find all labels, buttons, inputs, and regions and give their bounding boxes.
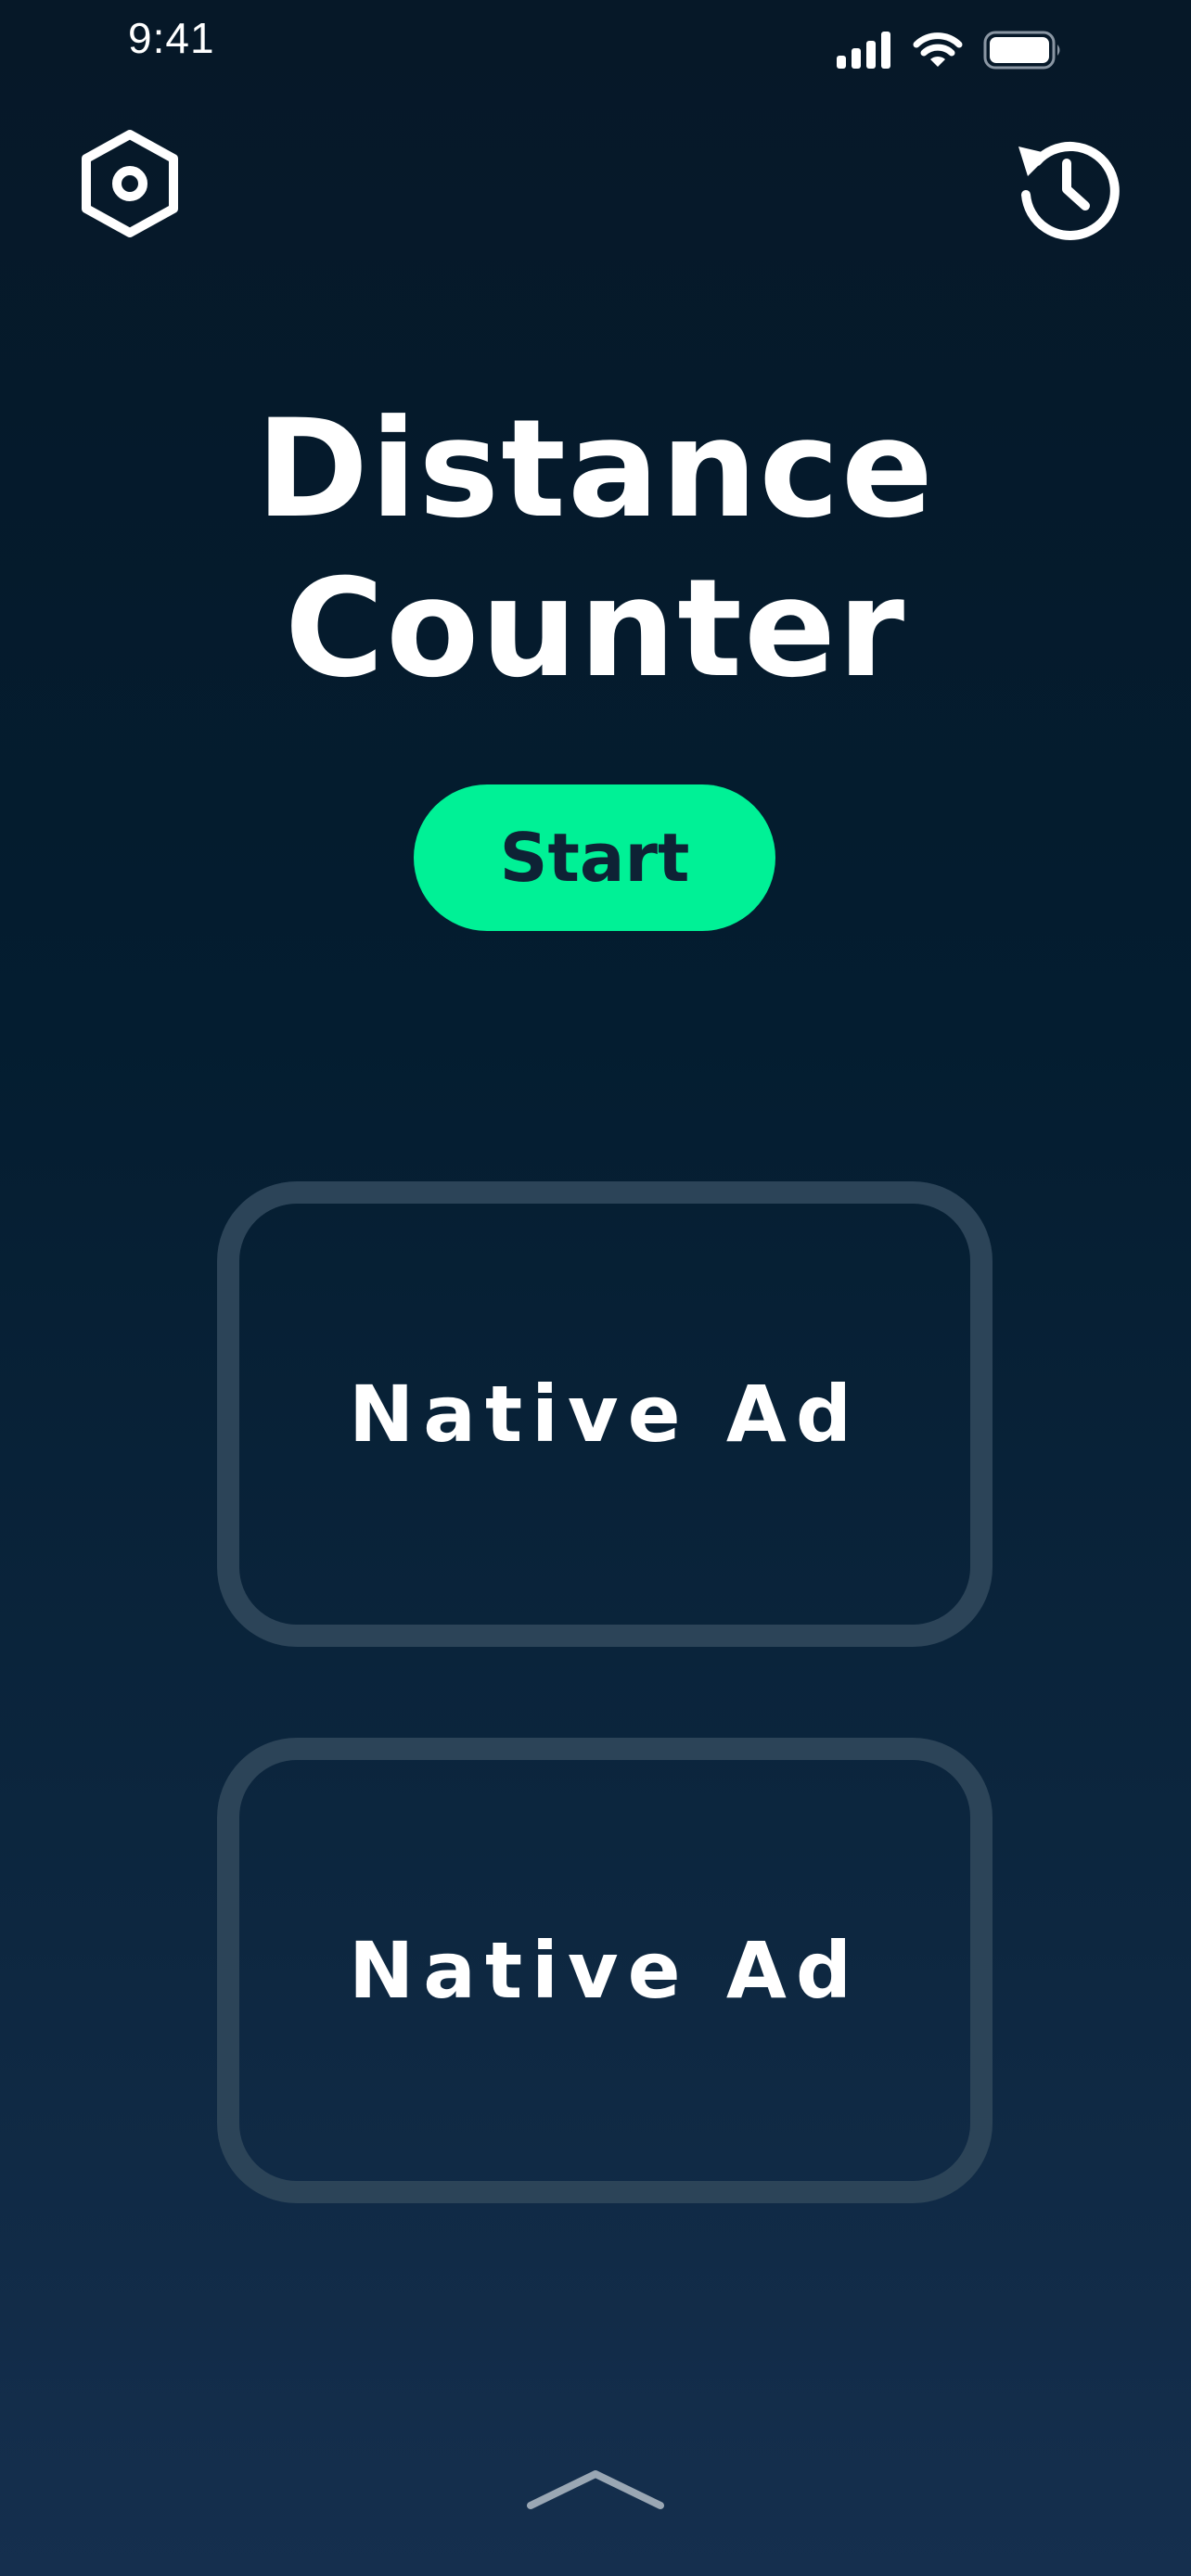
native-ad-label: Native Ad — [348, 1925, 862, 2016]
status-bar: 9:41 — [0, 0, 1191, 93]
native-ad-label: Native Ad — [348, 1369, 862, 1460]
chevron-up-icon[interactable] — [525, 2467, 666, 2511]
native-ad-card[interactable]: Native Ad — [217, 1738, 992, 2203]
app-title-line-2: Counter — [284, 550, 907, 708]
wifi-icon — [913, 32, 963, 67]
battery-icon — [983, 31, 1060, 70]
history-button[interactable] — [1009, 130, 1124, 245]
app-title-line-1: Distance — [256, 390, 935, 548]
start-button[interactable]: Start — [414, 784, 775, 931]
settings-hexagon-icon — [82, 130, 178, 237]
history-clock-icon — [1018, 141, 1120, 240]
app-title: Distance Counter — [0, 389, 1191, 708]
status-time: 9:41 — [128, 14, 215, 62]
settings-button[interactable] — [74, 126, 186, 241]
status-icons — [837, 28, 1063, 72]
native-ad-card[interactable]: Native Ad — [217, 1181, 992, 1647]
cellular-signal-icon — [837, 32, 890, 69]
